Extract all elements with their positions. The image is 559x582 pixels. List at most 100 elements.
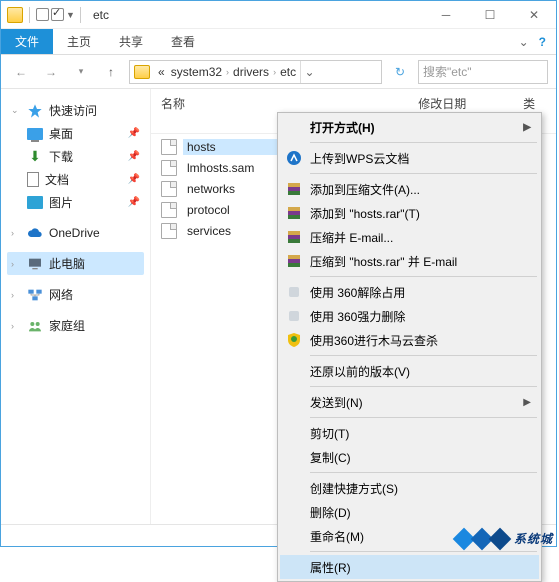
submenu-arrow-icon: ▶ <box>523 122 531 133</box>
pin-icon: 📌 <box>128 151 140 162</box>
chevron-down-icon[interactable]: ▼ <box>66 10 74 20</box>
qat-checkbox-1[interactable] <box>36 8 49 21</box>
ctx-rar-add-hosts[interactable]: 添加到 "hosts.rar"(T) <box>280 201 539 225</box>
watermark: 系统城 <box>456 530 553 547</box>
address-dropdown[interactable]: ⌄ <box>300 61 318 83</box>
separator <box>310 417 537 418</box>
ctx-copy[interactable]: 复制(C) <box>280 445 539 469</box>
ctx-send-to[interactable]: 发送到(N)▶ <box>280 390 539 414</box>
folder-icon <box>7 7 23 23</box>
ctx-restore-previous[interactable]: 还原以前的版本(V) <box>280 359 539 383</box>
ctx-rar-email[interactable]: 压缩并 E-mail... <box>280 225 539 249</box>
nav-onedrive[interactable]: ›OneDrive <box>7 222 144 244</box>
watermark-text: 系统城 <box>514 530 553 547</box>
separator <box>310 276 537 277</box>
ribbon-expand-chevron[interactable]: ⌄ <box>519 35 529 49</box>
file-tab[interactable]: 文件 <box>1 29 53 54</box>
ctx-360-trojan-scan[interactable]: 使用360进行木马云查杀 <box>280 328 539 352</box>
nav-this-pc[interactable]: ›此电脑 <box>7 252 144 275</box>
context-menu: 打开方式(H)▶ 上传到WPS云文档 添加到压缩文件(A)... 添加到 "ho… <box>277 112 542 582</box>
wps-icon <box>286 150 302 166</box>
desktop-icon <box>27 128 43 140</box>
ctx-rar-email-hosts[interactable]: 压缩到 "hosts.rar" 并 E-mail <box>280 249 539 273</box>
refresh-button[interactable]: ↻ <box>388 60 412 84</box>
address-bar-row: ← → ▾ ↑ « system32 › drivers › etc ⌄ ↻ 搜… <box>1 55 556 89</box>
breadcrumb[interactable]: « <box>156 65 167 79</box>
nav-up-button[interactable]: ↑ <box>99 60 123 84</box>
cloud-icon <box>27 225 43 241</box>
pin-icon: 📌 <box>128 128 140 139</box>
nav-homegroup[interactable]: › 家庭组 <box>7 314 144 337</box>
ctx-cut[interactable]: 剪切(T) <box>280 421 539 445</box>
rar-icon <box>286 205 302 221</box>
nav-label: 文档 <box>45 171 69 188</box>
nav-documents[interactable]: 文档 📌 <box>7 168 144 191</box>
chevron-right-icon[interactable]: › <box>11 259 21 269</box>
search-input[interactable]: 搜索"etc" <box>418 60 548 84</box>
separator <box>310 355 537 356</box>
nav-downloads[interactable]: ⬇下载📌 <box>7 145 144 168</box>
ctx-rar-add[interactable]: 添加到压缩文件(A)... <box>280 177 539 201</box>
window-title: etc <box>93 8 109 22</box>
nav-back-button[interactable]: ← <box>9 60 33 84</box>
rar-icon <box>286 229 302 245</box>
breadcrumb[interactable]: system32 <box>169 65 224 79</box>
homegroup-icon <box>27 318 43 334</box>
maximize-button[interactable]: ☐ <box>468 1 512 29</box>
close-button[interactable]: ✕ <box>512 1 556 29</box>
pin-icon: 📌 <box>128 197 140 208</box>
360-icon <box>286 308 302 324</box>
ctx-create-shortcut[interactable]: 创建快捷方式(S) <box>280 476 539 500</box>
help-icon[interactable]: ? <box>539 35 546 49</box>
tab-share[interactable]: 共享 <box>105 29 157 54</box>
file-icon <box>161 223 177 239</box>
pin-icon: 📌 <box>128 174 140 185</box>
nav-label: 下载 <box>49 148 73 165</box>
nav-recent-chevron[interactable]: ▾ <box>69 60 93 84</box>
ctx-open-with[interactable]: 打开方式(H)▶ <box>280 115 539 139</box>
pc-icon <box>27 256 43 272</box>
navigation-pane: ⌄ 快速访问 桌面📌 ⬇下载📌 文档📌 图片📌 ›OneDrive ›此电脑 ›… <box>1 89 151 524</box>
chevron-right-icon[interactable]: › <box>226 67 229 77</box>
chevron-right-icon[interactable]: › <box>273 67 276 77</box>
star-icon <box>27 103 43 119</box>
360-shield-icon <box>286 332 302 348</box>
separator <box>310 142 537 143</box>
nav-desktop[interactable]: 桌面 📌 <box>7 122 144 145</box>
nav-label: 图片 <box>49 194 73 211</box>
ribbon-tabs: 文件 主页 共享 查看 ⌄ ? <box>1 29 556 55</box>
tab-home[interactable]: 主页 <box>53 29 105 54</box>
rar-icon <box>286 181 302 197</box>
nav-label: 快速访问 <box>49 102 97 119</box>
nav-quick-access[interactable]: ⌄ 快速访问 <box>7 99 144 122</box>
breadcrumb[interactable]: etc <box>278 65 298 79</box>
address-bar[interactable]: « system32 › drivers › etc ⌄ <box>129 60 382 84</box>
qat-checkbox-2[interactable] <box>51 8 64 21</box>
chevron-down-icon[interactable]: ⌄ <box>11 105 21 116</box>
submenu-arrow-icon: ▶ <box>523 397 531 408</box>
rar-icon <box>286 253 302 269</box>
nav-label: 家庭组 <box>49 317 85 334</box>
chevron-right-icon[interactable]: › <box>11 228 21 238</box>
ctx-360-unlock[interactable]: 使用 360解除占用 <box>280 280 539 304</box>
chevron-right-icon[interactable]: › <box>11 321 21 331</box>
ctx-wps-upload[interactable]: 上传到WPS云文档 <box>280 146 539 170</box>
file-icon <box>161 181 177 197</box>
separator <box>310 551 537 552</box>
ctx-delete[interactable]: 删除(D) <box>280 500 539 524</box>
chevron-right-icon[interactable]: › <box>11 290 21 300</box>
minimize-button[interactable]: ─ <box>424 1 468 29</box>
nav-forward-button[interactable]: → <box>39 60 63 84</box>
nav-pictures[interactable]: 图片 📌 <box>7 191 144 214</box>
nav-label: 桌面 <box>49 125 73 142</box>
ctx-properties[interactable]: 属性(R) <box>280 555 539 579</box>
360-icon <box>286 284 302 300</box>
nav-network[interactable]: ›网络 <box>7 283 144 306</box>
ctx-360-force-delete[interactable]: 使用 360强力删除 <box>280 304 539 328</box>
search-placeholder: 搜索"etc" <box>423 63 472 80</box>
picture-icon <box>27 196 43 209</box>
tab-view[interactable]: 查看 <box>157 29 209 54</box>
separator <box>310 386 537 387</box>
quick-access-toolbar: ▼ <box>1 7 85 23</box>
breadcrumb[interactable]: drivers <box>231 65 271 79</box>
